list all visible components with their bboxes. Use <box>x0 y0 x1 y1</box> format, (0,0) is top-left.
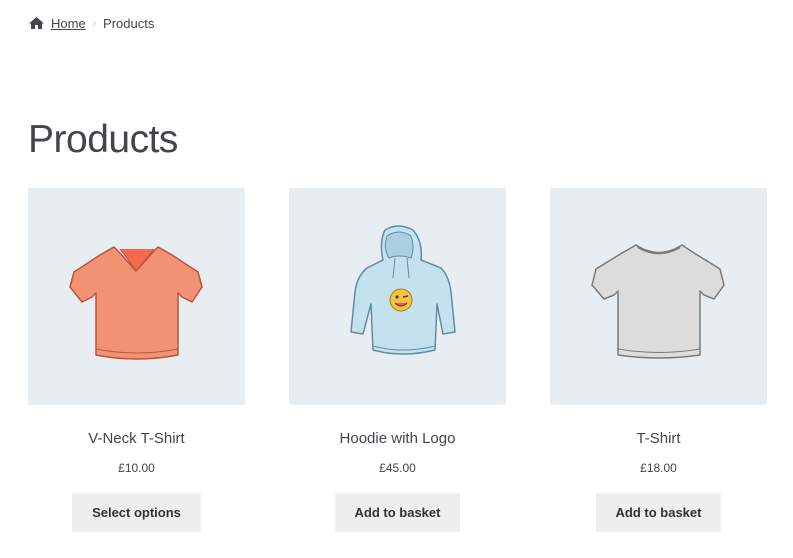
select-options-button[interactable]: Select options <box>72 493 201 532</box>
product-price: £45.00 <box>379 461 416 475</box>
breadcrumb-home-link[interactable]: Home <box>51 16 86 31</box>
product-name[interactable]: Hoodie with Logo <box>340 430 456 447</box>
home-icon <box>28 16 45 30</box>
product-image-link[interactable] <box>550 188 767 405</box>
shop-page: Home › Products Products V-Neck T-Shirt … <box>0 0 793 558</box>
product-image-link[interactable] <box>28 188 245 405</box>
hoodie-image <box>349 224 456 355</box>
breadcrumb-current: Products <box>103 15 155 31</box>
product-name[interactable]: T-Shirt <box>636 430 680 447</box>
product-card: Hoodie with Logo £45.00 Add to basket <box>289 188 506 532</box>
tshirt-image <box>590 243 725 359</box>
vneck-tshirt-image <box>68 245 203 360</box>
add-to-basket-button[interactable]: Add to basket <box>595 493 722 532</box>
product-image-link[interactable] <box>289 188 506 405</box>
breadcrumb-separator-icon: › <box>92 17 97 29</box>
add-to-basket-button[interactable]: Add to basket <box>334 493 461 532</box>
page-title: Products <box>28 118 178 161</box>
product-card: V-Neck T-Shirt £10.00 Select options <box>28 188 245 532</box>
product-name[interactable]: V-Neck T-Shirt <box>88 430 184 447</box>
product-card: T-Shirt £18.00 Add to basket <box>550 188 767 532</box>
product-grid: V-Neck T-Shirt £10.00 Select options Hoo… <box>28 188 767 532</box>
breadcrumb: Home › Products <box>28 14 154 32</box>
product-price: £18.00 <box>640 461 677 475</box>
product-price: £10.00 <box>118 461 155 475</box>
